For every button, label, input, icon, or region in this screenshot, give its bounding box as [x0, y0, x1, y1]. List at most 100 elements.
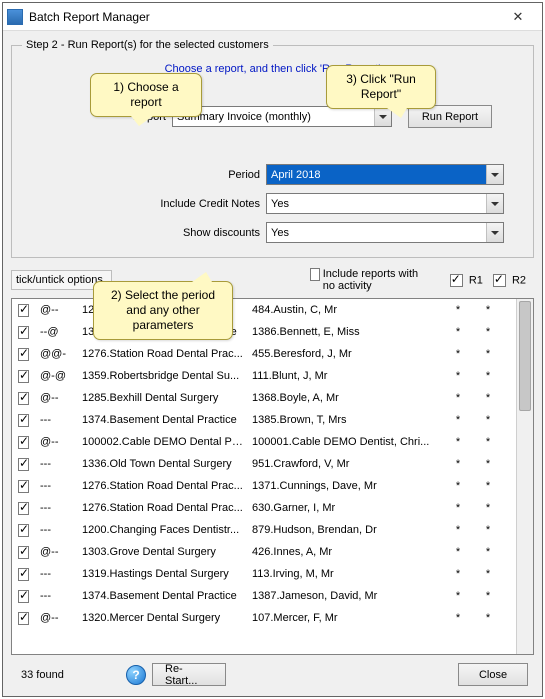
- row-person: 879.Hudson, Brendan, Dr: [248, 524, 443, 536]
- row-flag: @--: [36, 304, 78, 316]
- row-practice: 1276.Station Road Dental Prac...: [78, 348, 248, 360]
- row-r1: *: [443, 304, 473, 316]
- app-icon: [7, 9, 23, 25]
- row-r1: *: [443, 458, 473, 470]
- row-r1: *: [443, 370, 473, 382]
- row-person: 1386.Bennett, E, Miss: [248, 326, 443, 338]
- row-checkbox[interactable]: [18, 590, 29, 603]
- chevron-down-icon: [486, 223, 503, 242]
- row-r1: *: [443, 502, 473, 514]
- table-row[interactable]: @--1303.Grove Dental Surgery426.Innes, A…: [12, 541, 516, 563]
- row-r2: *: [473, 590, 503, 602]
- row-r1: *: [443, 392, 473, 404]
- row-person: 951.Crawford, V, Mr: [248, 458, 443, 470]
- window-close-button[interactable]: ✕: [498, 4, 538, 30]
- table-row[interactable]: ---1336.Old Town Dental Surgery951.Crawf…: [12, 453, 516, 475]
- table-row[interactable]: ---1200.Changing Faces Dentistr...879.Hu…: [12, 519, 516, 541]
- r1-checkbox[interactable]: R1: [450, 274, 483, 287]
- table-row[interactable]: ---1374.Basement Dental Practice1385.Bro…: [12, 409, 516, 431]
- row-checkbox[interactable]: [18, 480, 29, 493]
- chevron-down-icon: [486, 165, 503, 184]
- table-row[interactable]: @--1285.Bexhill Dental Surgery484.Austin…: [12, 299, 516, 321]
- row-checkbox[interactable]: [18, 370, 29, 383]
- discounts-label: Show discounts: [22, 227, 266, 239]
- row-r2: *: [473, 502, 503, 514]
- row-practice: 1276.Station Road Dental Prac...: [78, 480, 248, 492]
- scrollbar[interactable]: [516, 299, 533, 654]
- row-person: 107.Mercer, F, Mr: [248, 612, 443, 624]
- row-practice: 1359.Robertsbridge Dental Su...: [78, 370, 248, 382]
- row-r1: *: [443, 480, 473, 492]
- row-practice: 1320.Mercer Dental Surgery: [78, 612, 248, 624]
- table-row[interactable]: --@1374.Basement Dental Practice1386.Ben…: [12, 321, 516, 343]
- row-r2: *: [473, 304, 503, 316]
- help-icon[interactable]: ?: [126, 665, 146, 685]
- include-reports-checkbox[interactable]: Include reports with no activity: [310, 268, 430, 292]
- callout-2-text: 2) Select the period and any other param…: [111, 288, 215, 332]
- checkbox-icon: [310, 268, 320, 281]
- r2-checkbox[interactable]: R2: [493, 274, 526, 287]
- row-checkbox[interactable]: [18, 436, 29, 449]
- table-row[interactable]: ---1276.Station Road Dental Prac...1371.…: [12, 475, 516, 497]
- row-practice: 1200.Changing Faces Dentistr...: [78, 524, 248, 536]
- table-row[interactable]: @--1320.Mercer Dental Surgery107.Mercer,…: [12, 607, 516, 629]
- row-r2: *: [473, 458, 503, 470]
- row-r1: *: [443, 590, 473, 602]
- row-r2: *: [473, 414, 503, 426]
- table-row[interactable]: ---1276.Station Road Dental Prac...630.G…: [12, 497, 516, 519]
- row-checkbox[interactable]: [18, 612, 29, 625]
- row-person: 426.Innes, A, Mr: [248, 546, 443, 558]
- row-checkbox[interactable]: [18, 392, 29, 405]
- credit-notes-combo[interactable]: Yes: [266, 193, 504, 214]
- discounts-combo[interactable]: Yes: [266, 222, 504, 243]
- row-flag: @--: [36, 436, 78, 448]
- table-row[interactable]: @@-1276.Station Road Dental Prac...455.B…: [12, 343, 516, 365]
- row-flag: @--: [36, 392, 78, 404]
- table-row[interactable]: ---1374.Basement Dental Practice1387.Jam…: [12, 585, 516, 607]
- row-r2: *: [473, 568, 503, 580]
- row-checkbox[interactable]: [18, 524, 29, 537]
- row-checkbox[interactable]: [18, 326, 29, 339]
- table-row[interactable]: @-@1359.Robertsbridge Dental Su...111.Bl…: [12, 365, 516, 387]
- callout-1-text: 1) Choose a report: [113, 80, 178, 109]
- r2-label: R2: [512, 274, 526, 286]
- row-checkbox[interactable]: [18, 458, 29, 471]
- table-row[interactable]: ---1319.Hastings Dental Surgery113.Irvin…: [12, 563, 516, 585]
- row-r2: *: [473, 612, 503, 624]
- row-r2: *: [473, 480, 503, 492]
- report-combo[interactable]: Summary Invoice (monthly): [172, 106, 392, 127]
- row-flag: ---: [36, 480, 78, 492]
- row-checkbox[interactable]: [18, 304, 29, 317]
- row-checkbox[interactable]: [18, 546, 29, 559]
- row-r2: *: [473, 524, 503, 536]
- row-checkbox[interactable]: [18, 502, 29, 515]
- table-row[interactable]: @--1285.Bexhill Dental Surgery1368.Boyle…: [12, 387, 516, 409]
- step2-legend: Step 2 - Run Report(s) for the selected …: [22, 39, 273, 51]
- restart-button[interactable]: Re-Start...: [152, 663, 226, 686]
- row-flag: @--: [36, 612, 78, 624]
- row-flag: ---: [36, 524, 78, 536]
- row-r1: *: [443, 568, 473, 580]
- scrollbar-thumb[interactable]: [519, 301, 531, 411]
- row-checkbox[interactable]: [18, 568, 29, 581]
- row-checkbox[interactable]: [18, 414, 29, 427]
- report-value: Summary Invoice (monthly): [173, 111, 374, 123]
- row-person: 1368.Boyle, A, Mr: [248, 392, 443, 404]
- discounts-value: Yes: [267, 227, 486, 239]
- row-flag: @@-: [36, 348, 78, 360]
- row-flag: ---: [36, 414, 78, 426]
- footer: 33 found ? Re-Start... Close: [11, 659, 534, 692]
- row-r1: *: [443, 524, 473, 536]
- row-r1: *: [443, 546, 473, 558]
- row-r1: *: [443, 436, 473, 448]
- period-combo[interactable]: April 2018: [266, 164, 504, 185]
- row-practice: 1285.Bexhill Dental Surgery: [78, 392, 248, 404]
- checkbox-icon: [493, 274, 506, 287]
- row-checkbox[interactable]: [18, 348, 29, 361]
- row-person: 1387.Jameson, David, Mr: [248, 590, 443, 602]
- table-row[interactable]: @--100002.Cable DEMO Dental Pr...100001.…: [12, 431, 516, 453]
- chevron-down-icon: [486, 194, 503, 213]
- row-r1: *: [443, 326, 473, 338]
- row-r1: *: [443, 414, 473, 426]
- close-button[interactable]: Close: [458, 663, 528, 686]
